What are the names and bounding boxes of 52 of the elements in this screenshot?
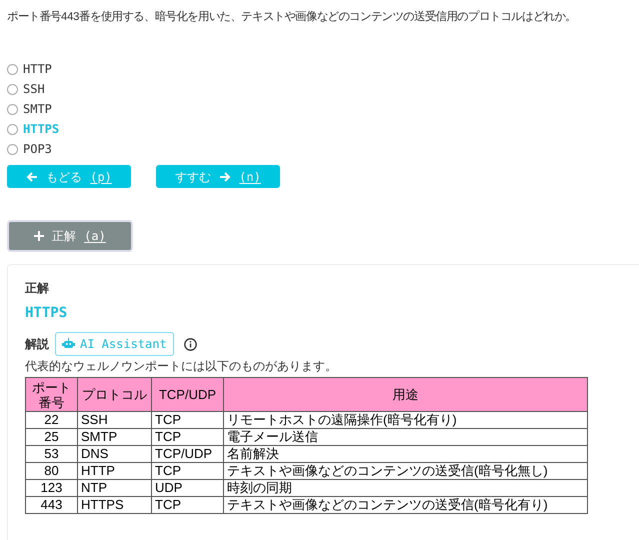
column-header: TCP/UDP — [152, 378, 224, 412]
plus-icon — [34, 231, 44, 241]
table-cell: SSH — [78, 412, 152, 428]
radio-button[interactable] — [7, 144, 18, 154]
show-answer-button[interactable]: 正解 (a) — [7, 220, 133, 252]
table-cell: TCP — [152, 496, 224, 514]
table-cell: HTTP — [78, 462, 152, 480]
table-cell: テキストや画像などのコンテンツの送受信(暗号化有り) — [224, 496, 588, 514]
answer-option[interactable]: HTTPS — [7, 121, 60, 137]
radio-button[interactable] — [7, 84, 18, 94]
table-cell: DNS — [78, 446, 152, 462]
explanation-text: 代表的なウェルノウンポートには以下のものがあります。 — [25, 358, 338, 374]
table-cell: リモートホストの遠隔操作(暗号化有り) — [224, 412, 588, 428]
table-cell: HTTPS — [78, 496, 152, 514]
column-header: ポート番号 — [26, 378, 78, 412]
answer-option[interactable]: SSH — [7, 81, 45, 97]
table-cell: SMTP — [78, 428, 152, 446]
answer-option[interactable]: SMTP — [7, 101, 52, 117]
answer-heading: 正解 — [25, 280, 50, 297]
explanation-label: 解説 — [25, 336, 49, 353]
right-arrow-icon — [219, 170, 232, 182]
table-cell: UDP — [152, 480, 224, 496]
table-cell: TCP — [152, 412, 224, 428]
column-header: プロトコル — [78, 378, 152, 412]
table-cell: 名前解決 — [224, 446, 588, 462]
table-cell: TCP — [152, 462, 224, 480]
radio-button[interactable] — [7, 104, 18, 114]
table-cell: 22 — [26, 412, 78, 428]
answer-option[interactable]: POP3 — [7, 141, 52, 157]
radio-button[interactable] — [7, 124, 18, 134]
ai-assistant-button[interactable]: AI Assistant — [55, 332, 174, 356]
radio-button[interactable] — [7, 64, 18, 74]
left-arrow-icon — [26, 170, 38, 182]
table-cell: 80 — [26, 462, 78, 480]
table-cell: TCP/UDP — [152, 446, 224, 462]
table-cell: 123 — [26, 480, 78, 496]
question-text: ポート番号443番を使用する、暗号化を用いた、テキストや画像などのコンテンツの送受信用のプロトコルはどれか。 — [7, 9, 578, 25]
next-button[interactable]: すすむ (n) — [156, 165, 280, 188]
table-cell: テキストや画像などのコンテンツの送受信(暗号化無し) — [224, 462, 588, 480]
correct-answer: HTTPS — [25, 304, 68, 323]
table-cell: 53 — [26, 446, 78, 462]
column-header: 用途 — [224, 378, 588, 412]
table-cell: 443 — [26, 496, 78, 514]
back-button[interactable]: もどる (p) — [7, 165, 131, 188]
info-icon[interactable] — [184, 338, 197, 350]
answer-option[interactable]: HTTP — [7, 61, 52, 77]
robot-icon — [62, 338, 75, 350]
table-cell: NTP — [78, 480, 152, 496]
table-cell: 電子メール送信 — [224, 428, 588, 446]
table-cell: 25 — [26, 428, 78, 446]
table-cell: 時刻の同期 — [224, 480, 588, 496]
table-cell: TCP — [152, 428, 224, 446]
